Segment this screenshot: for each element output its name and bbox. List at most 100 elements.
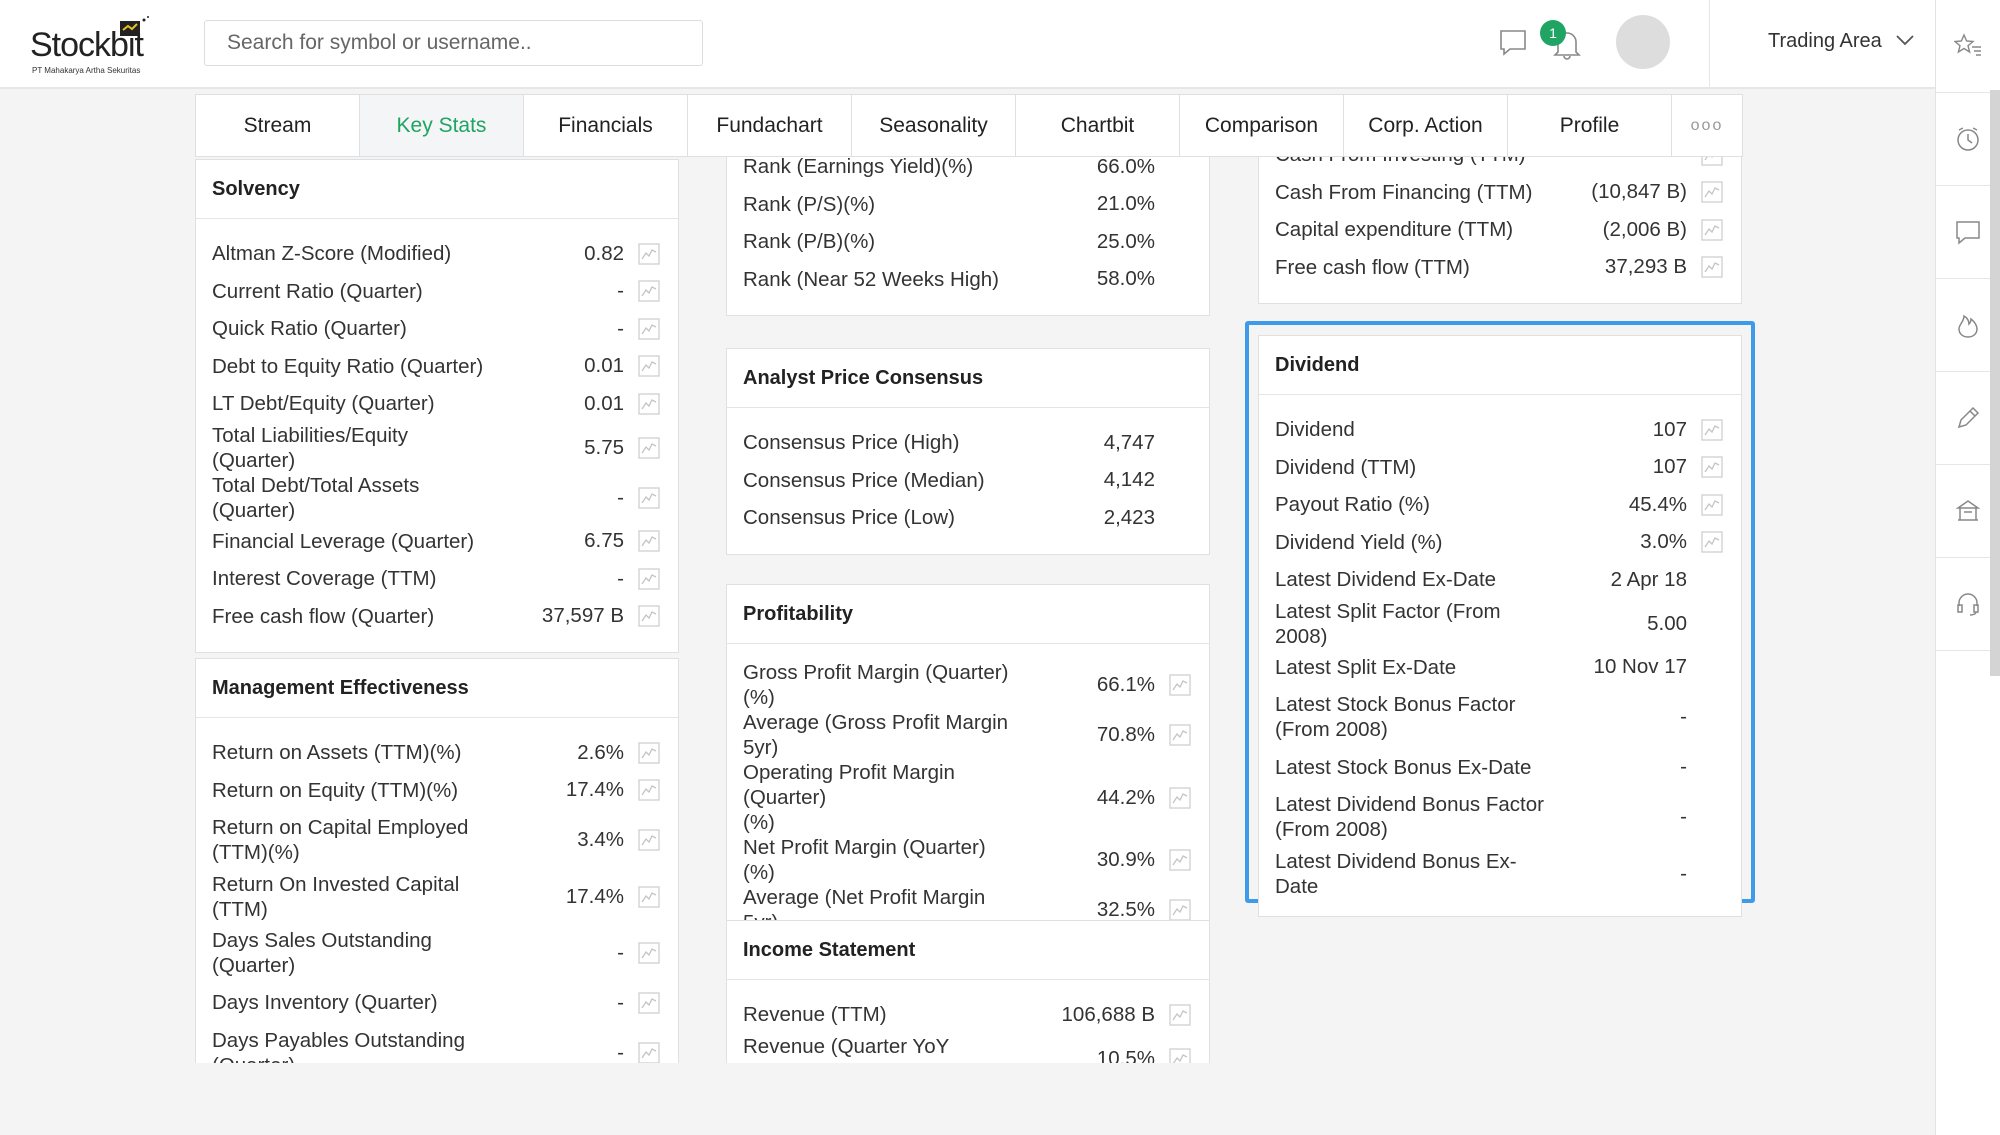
stat-label: Capital expenditure (TTM) xyxy=(1275,218,1514,242)
stat-label: Cash From Financing (TTM) xyxy=(1275,180,1533,204)
stat-row: Rank (P/S)(%) 21.0% xyxy=(727,186,1209,224)
chart-icon[interactable] xyxy=(1169,724,1191,746)
stat-value: 37,293 B xyxy=(1604,255,1687,279)
stat-label: Quick Ratio (Quarter) xyxy=(212,317,407,341)
stat-label: Free cash flow (TTM) xyxy=(1275,255,1470,279)
chart-icon[interactable] xyxy=(1169,899,1191,921)
stat-label: Latest Split Ex-Date xyxy=(1275,655,1457,679)
chart-icon[interactable] xyxy=(638,243,660,265)
stat-value: - xyxy=(617,566,624,590)
chat-icon xyxy=(1956,221,1980,245)
chart-icon[interactable] xyxy=(638,568,660,590)
tab-stream[interactable]: Stream xyxy=(196,95,360,156)
chart-icon[interactable] xyxy=(1701,494,1723,516)
stat-label: Dividend xyxy=(1275,418,1355,442)
chart-icon[interactable] xyxy=(638,992,660,1014)
stat-row: Total Debt/Total Assets (Quarter) - xyxy=(196,473,678,523)
tab-comparison[interactable]: Comparison xyxy=(1180,95,1344,156)
stat-value: 10 Nov 17 xyxy=(1593,655,1687,679)
stat-value: 3.4% xyxy=(577,828,624,852)
chat-icon[interactable] xyxy=(1498,28,1528,58)
chart-icon[interactable] xyxy=(1701,531,1723,553)
top-header: Stockbit PT Mahakarya Artha Sekuritas 1 … xyxy=(0,0,1935,89)
watchlist-star-button[interactable] xyxy=(1936,0,2000,93)
stat-label: Average (Gross Profit Margin 5yr) xyxy=(743,711,1009,759)
stat-row: Latest Dividend Bonus Ex-Date - xyxy=(1259,849,1741,899)
stat-row: Days Inventory (Quarter) - xyxy=(196,984,678,1022)
chart-icon[interactable] xyxy=(1169,786,1191,809)
chart-icon[interactable] xyxy=(1701,419,1723,441)
stockbit-logo[interactable]: Stockbit PT Mahakarya Artha Sekuritas xyxy=(30,14,150,76)
stat-row: Latest Split Factor (From 2008) 5.00 xyxy=(1259,599,1741,649)
chart-icon[interactable] xyxy=(638,393,660,415)
stat-label: Interest Coverage (TTM) xyxy=(212,567,437,591)
chart-icon[interactable] xyxy=(638,829,660,851)
chart-icon[interactable] xyxy=(1701,256,1723,278)
tab-chartbit[interactable]: Chartbit xyxy=(1016,95,1180,156)
stat-label: Latest Dividend Bonus Ex-Date xyxy=(1275,849,1517,898)
stat-row: Latest Stock Bonus Ex-Date - xyxy=(1259,749,1741,787)
chart-icon[interactable] xyxy=(1169,849,1191,871)
scrollbar[interactable] xyxy=(1990,90,2000,676)
stat-label: Days Payables Outstanding (Quarter) xyxy=(212,1028,465,1063)
stat-value: 106,688 B xyxy=(1061,1002,1155,1026)
chart-icon[interactable] xyxy=(638,355,660,377)
stat-row: Return On Invested Capital (TTM) 17.4% xyxy=(196,872,678,922)
chart-icon[interactable] xyxy=(1701,219,1723,241)
tab-profile[interactable]: Profile xyxy=(1508,95,1672,156)
stat-row: Payout Ratio (%) 45.4% xyxy=(1259,486,1741,524)
stat-value: 2.6% xyxy=(577,740,624,764)
chart-icon[interactable] xyxy=(638,280,660,302)
card-title: Dividend xyxy=(1259,336,1741,395)
chart-icon[interactable] xyxy=(638,1042,660,1063)
stat-row: Free cash flow (TTM) 37,293 B xyxy=(1259,249,1741,287)
chart-icon[interactable] xyxy=(1701,181,1723,203)
chart-icon[interactable] xyxy=(638,436,660,459)
chevron-down-icon[interactable] xyxy=(1896,34,1914,46)
chart-icon[interactable] xyxy=(638,318,660,340)
tab-financials[interactable]: Financials xyxy=(524,95,688,156)
headset-icon xyxy=(1957,593,1979,616)
stat-row: Days Sales Outstanding (Quarter) - xyxy=(196,922,678,985)
chart-icon[interactable] xyxy=(638,530,660,552)
stat-label: Latest Dividend Ex-Date xyxy=(1275,568,1497,592)
avatar[interactable] xyxy=(1616,15,1670,69)
chart-icon[interactable] xyxy=(638,885,660,908)
stat-row: Debt to Equity Ratio (Quarter) 0.01 xyxy=(196,348,678,386)
chart-icon[interactable] xyxy=(638,742,660,764)
chart-icon[interactable] xyxy=(638,605,660,627)
stat-label: Latest Split Factor (From 2008) xyxy=(1275,599,1501,648)
stat-row: Total Liabilities/Equity (Quarter) 5.75 xyxy=(196,423,678,473)
chart-icon[interactable] xyxy=(638,486,660,509)
stat-value: - xyxy=(617,1040,624,1063)
stat-value: - xyxy=(617,316,624,340)
more-tabs-button[interactable]: ooo xyxy=(1672,95,1742,156)
tab-fundachart[interactable]: Fundachart xyxy=(688,95,852,156)
chart-icon[interactable] xyxy=(1701,456,1723,478)
chart-icon[interactable] xyxy=(638,779,660,801)
divider xyxy=(1709,0,1710,89)
stat-label: Altman Z-Score (Modified) xyxy=(212,242,452,266)
chart-icon[interactable] xyxy=(1169,1047,1191,1063)
chart-icon[interactable] xyxy=(638,942,660,964)
trading-area-button[interactable]: Trading Area xyxy=(1768,30,1882,53)
stat-row: Dividend 107 xyxy=(1259,411,1741,449)
tab-seasonality[interactable]: Seasonality xyxy=(852,95,1016,156)
stat-row: Latest Stock Bonus Factor (From 2008) - xyxy=(1259,686,1741,749)
search-input[interactable] xyxy=(204,20,703,66)
tab-key-stats[interactable]: Key Stats xyxy=(360,95,524,156)
stat-row: Latest Split Ex-Date 10 Nov 17 xyxy=(1259,649,1741,687)
stat-value: 0.01 xyxy=(584,354,624,378)
stat-value: - xyxy=(1680,705,1687,729)
stat-label: Total Debt/Total Assets (Quarter) xyxy=(212,473,420,522)
stat-label: Financial Leverage (Quarter) xyxy=(212,529,475,553)
stat-row: Current Ratio (Quarter) - xyxy=(196,273,678,311)
profitability-card: Profitability Gross Profit Margin (Quart… xyxy=(726,584,1210,953)
stat-value: 4,142 xyxy=(1103,468,1155,492)
tab-corp-action[interactable]: Corp. Action xyxy=(1344,95,1508,156)
stat-row: Operating Profit Margin (Quarter) (%) 44… xyxy=(727,760,1209,835)
chart-icon[interactable] xyxy=(1169,1004,1191,1026)
card-title: Income Statement xyxy=(727,921,1209,980)
chart-icon[interactable] xyxy=(1169,674,1191,696)
stat-value: 5.75 xyxy=(584,435,624,459)
